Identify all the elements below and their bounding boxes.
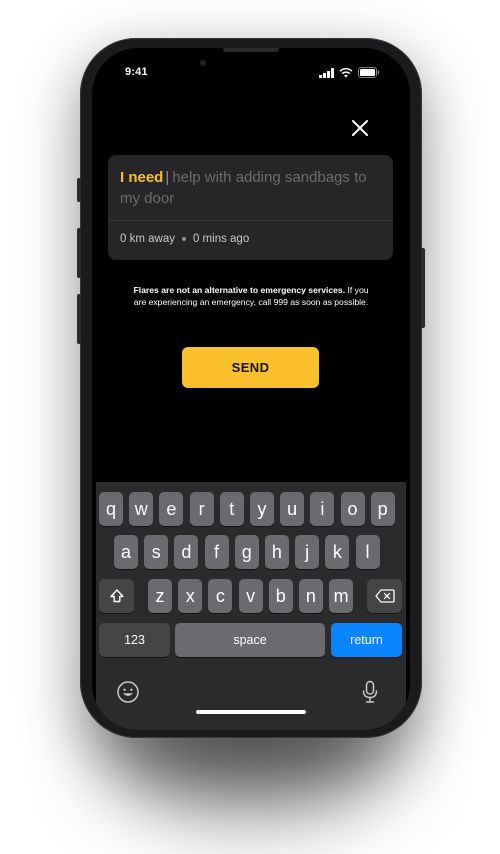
key-z[interactable]: z — [148, 579, 172, 613]
emergency-disclaimer: Flares are not an alternative to emergen… — [132, 284, 370, 308]
flare-card[interactable]: I need | help with adding sandbags to my d… — [108, 155, 393, 260]
key-g[interactable]: g — [234, 535, 259, 569]
mute-switch — [77, 178, 81, 202]
text-cursor: | — [165, 169, 170, 186]
return-key[interactable]: return — [331, 623, 402, 657]
shift-icon — [109, 589, 124, 603]
flare-prefix: I need — [120, 169, 164, 186]
microphone-icon — [362, 680, 378, 703]
keyboard: q w e r t y u i o p a s d f g h j k l z … — [96, 482, 406, 730]
key-c[interactable]: c — [208, 579, 233, 613]
key-u[interactable]: u — [280, 492, 305, 526]
key-o[interactable]: o — [340, 492, 365, 526]
emoji-button[interactable] — [116, 680, 140, 704]
flare-elapsed: 0 mins ago — [192, 233, 250, 245]
key-n[interactable]: n — [298, 579, 323, 613]
volume-down-button — [77, 294, 81, 344]
key-a[interactable]: a — [114, 535, 138, 569]
key-y[interactable]: y — [249, 492, 274, 526]
key-p[interactable]: p — [370, 492, 395, 526]
battery-icon — [358, 67, 380, 78]
key-x[interactable]: x — [178, 579, 203, 613]
key-w[interactable]: w — [129, 492, 154, 526]
key-h[interactable]: h — [264, 535, 289, 569]
key-t[interactable]: t — [219, 492, 244, 526]
backspace-icon — [374, 589, 395, 603]
dictation-button[interactable] — [361, 680, 379, 704]
flare-text[interactable]: I need | help with adding sandbags to my d… — [120, 167, 370, 209]
status-icons — [319, 67, 380, 78]
status-time: 9:41 — [125, 66, 148, 78]
send-button[interactable]: SEND — [182, 347, 319, 388]
keyboard-row-1: q w e r t y u i o p — [99, 492, 395, 526]
flare-distance: 0 km away — [120, 233, 175, 245]
emoji-icon — [117, 681, 139, 703]
close-icon — [352, 120, 368, 136]
key-v[interactable]: v — [238, 579, 263, 613]
phone-screen: 9:41 I need | help with adding sandbags to… — [92, 48, 410, 730]
key-m[interactable]: m — [329, 579, 354, 613]
keyboard-row-3: z x c v b n m — [99, 579, 403, 613]
keyboard-row-4: 123 space return — [99, 623, 402, 657]
power-button — [421, 248, 425, 328]
disclaimer-bold: Flares are not an alternative to emergen… — [133, 285, 346, 295]
key-q[interactable]: q — [99, 492, 123, 526]
cellular-signal-icon — [319, 67, 334, 78]
key-b[interactable]: b — [268, 579, 293, 613]
key-e[interactable]: e — [159, 492, 184, 526]
close-button[interactable] — [348, 116, 372, 140]
home-indicator[interactable] — [196, 710, 306, 714]
numbers-key[interactable]: 123 — [99, 623, 170, 657]
shift-key[interactable] — [99, 579, 134, 613]
key-d[interactable]: d — [174, 535, 199, 569]
key-l[interactable]: l — [355, 535, 380, 569]
key-i[interactable]: i — [310, 492, 335, 526]
key-j[interactable]: j — [295, 535, 320, 569]
keyboard-row-2: a s d f g h j k l — [114, 535, 380, 569]
key-k[interactable]: k — [325, 535, 350, 569]
volume-up-button — [77, 228, 81, 278]
delete-key[interactable] — [367, 579, 403, 613]
wifi-icon — [339, 67, 353, 78]
speaker-notch — [223, 48, 279, 52]
space-key[interactable]: space — [175, 623, 325, 657]
card-divider — [108, 220, 393, 221]
front-camera — [200, 60, 206, 66]
meta-separator-dot — [181, 237, 186, 241]
flare-meta: 0 km away 0 mins ago — [120, 233, 249, 245]
key-s[interactable]: s — [144, 535, 169, 569]
key-f[interactable]: f — [204, 535, 229, 569]
key-r[interactable]: r — [189, 492, 214, 526]
